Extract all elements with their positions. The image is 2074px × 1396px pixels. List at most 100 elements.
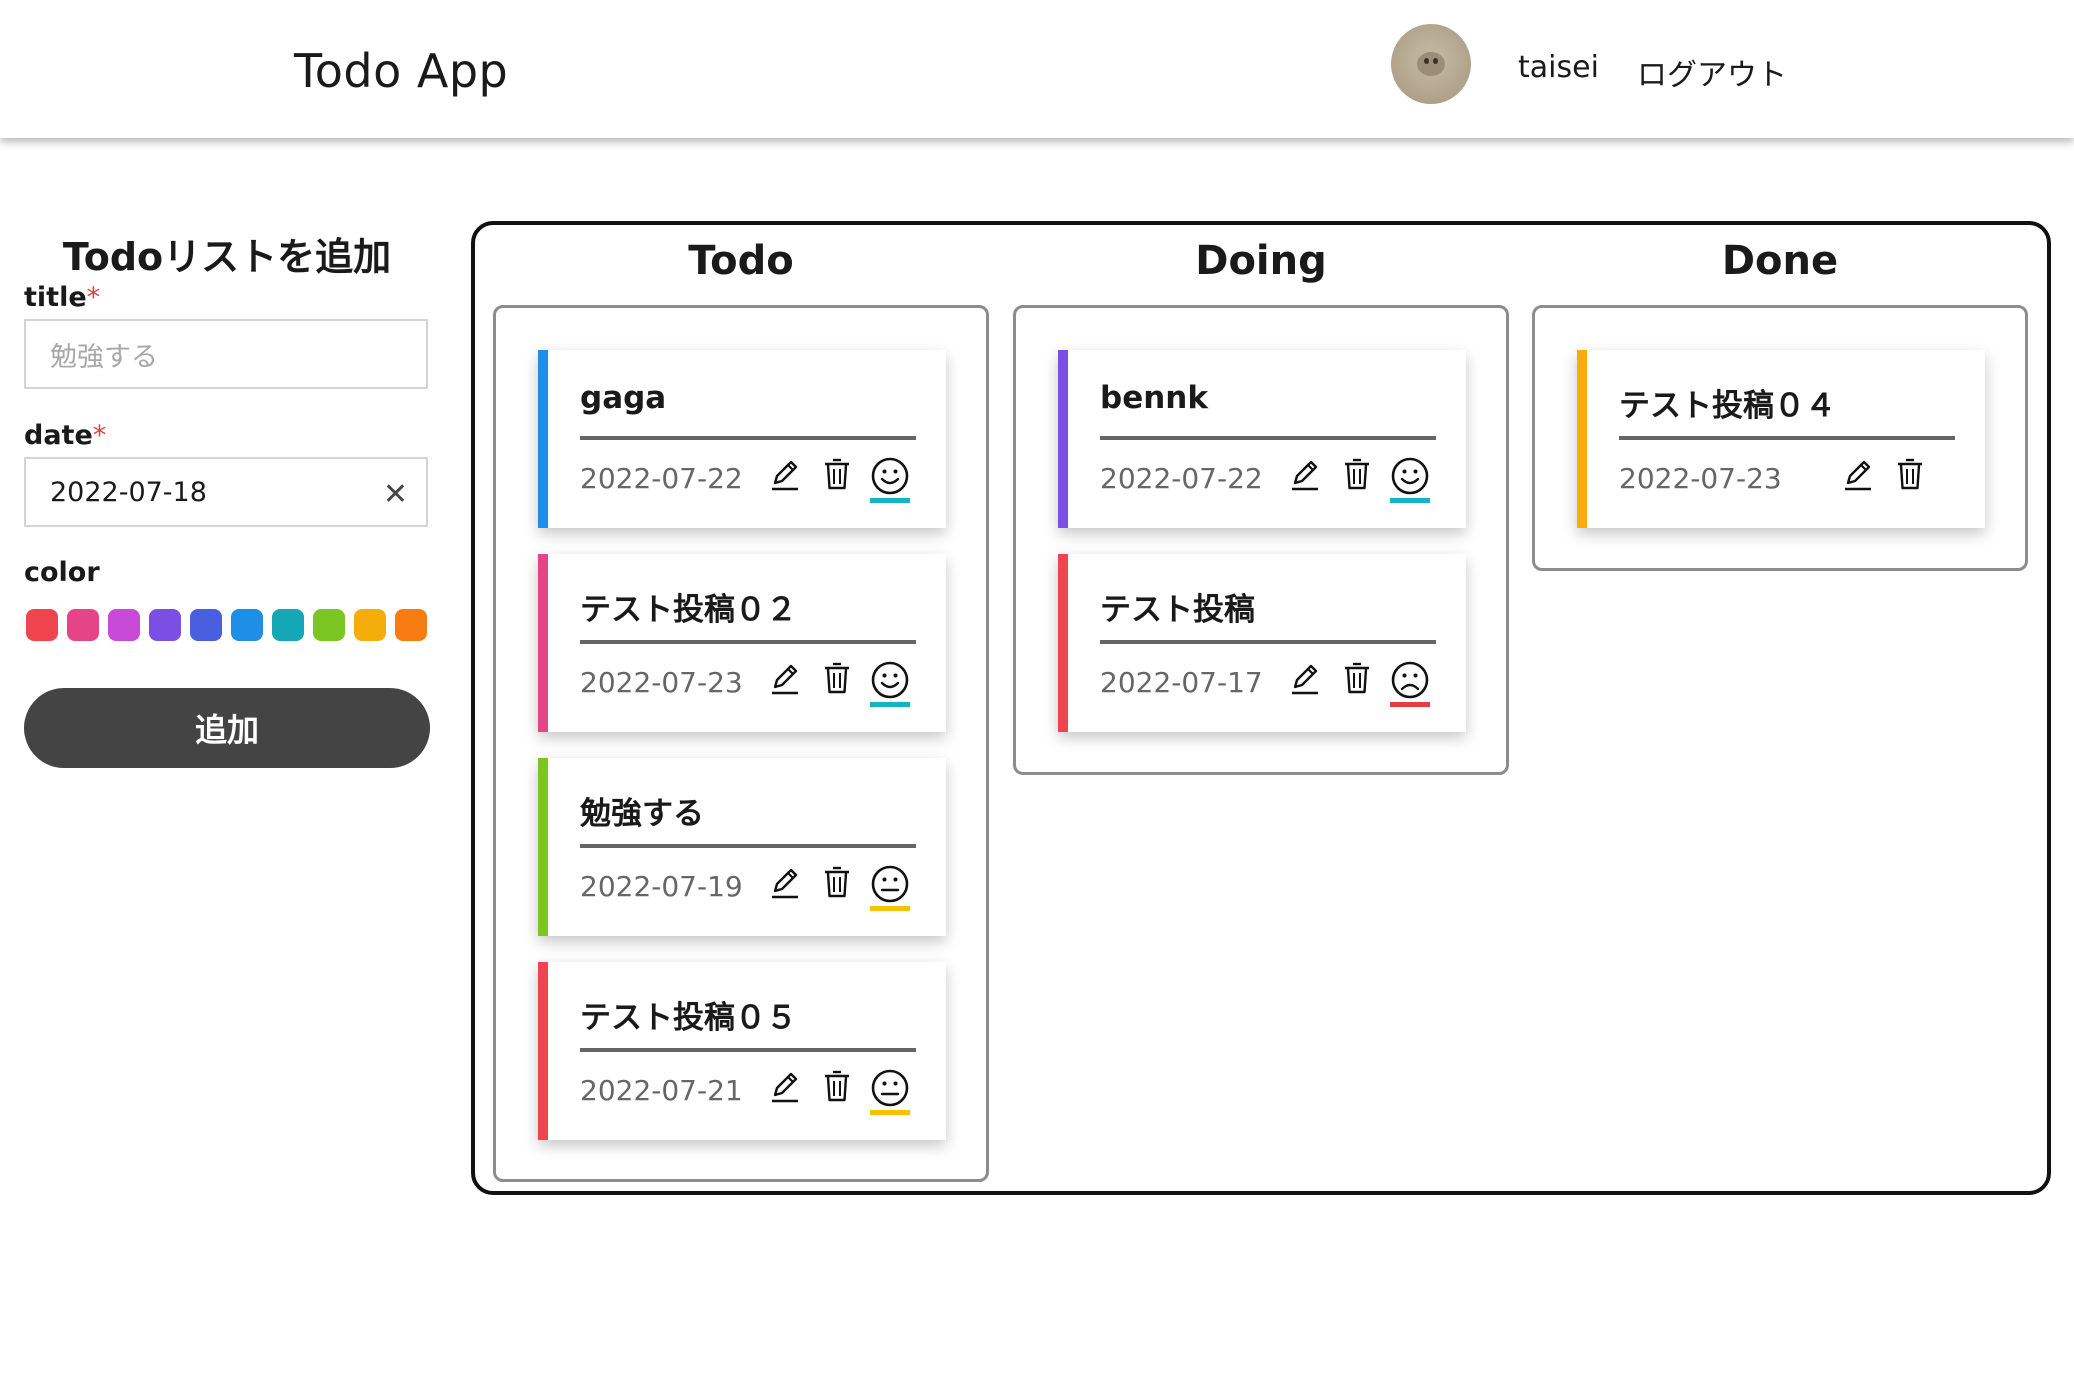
card-date: 2022-07-22 [1100, 462, 1263, 495]
mood-underline [870, 702, 910, 707]
card-divider [580, 844, 916, 848]
app-title: Todo App [294, 44, 509, 98]
face-sad-icon[interactable] [1390, 660, 1430, 707]
card-date: 2022-07-23 [580, 666, 743, 699]
todo-card[interactable]: gaga 2022-07-22 [538, 350, 946, 528]
face-neutral-icon[interactable] [870, 1068, 910, 1115]
trash-icon[interactable] [1891, 456, 1929, 498]
close-icon[interactable]: ✕ [383, 477, 408, 512]
card-date: 2022-07-23 [1619, 462, 1782, 495]
date-input[interactable]: 2022-07-18 ✕ [24, 457, 428, 527]
card-actions [766, 456, 910, 503]
mood-underline [870, 906, 910, 911]
card-color-bar [538, 554, 548, 732]
card-title: テスト投稿０５ [580, 1000, 797, 1036]
trash-icon[interactable] [818, 660, 856, 702]
card-actions [1839, 456, 1929, 498]
color-swatch[interactable] [354, 609, 386, 641]
date-value: 2022-07-18 [50, 476, 207, 508]
card-date: 2022-07-17 [1100, 666, 1263, 699]
color-swatch[interactable] [395, 609, 427, 641]
trash-icon[interactable] [818, 1068, 856, 1110]
face-smile-icon[interactable] [870, 456, 910, 503]
card-title: テスト投稿０４ [1619, 388, 1836, 424]
title-input[interactable]: 勉強する [24, 319, 428, 389]
card-title: テスト投稿 [1100, 592, 1255, 628]
card-actions [766, 864, 910, 911]
card-title: テスト投稿０２ [580, 592, 797, 628]
add-button[interactable]: 追加 [24, 688, 430, 768]
logout-link[interactable]: ログアウト [1637, 50, 1787, 94]
todo-card[interactable]: テスト投稿０４ 2022-07-23 [1577, 350, 1985, 528]
mood-underline [1390, 498, 1430, 503]
trash-icon[interactable] [1338, 660, 1376, 702]
pencil-icon[interactable] [766, 864, 804, 906]
pencil-icon[interactable] [766, 660, 804, 702]
card-title: 勉強する [580, 796, 704, 832]
trash-icon[interactable] [818, 456, 856, 498]
card-title: bennk [1100, 380, 1208, 416]
card-date: 2022-07-22 [580, 462, 743, 495]
card-color-bar [538, 962, 548, 1140]
card-color-bar [1577, 350, 1587, 528]
todo-card[interactable]: 勉強する 2022-07-19 [538, 758, 946, 936]
user-name: taisei [1518, 50, 1599, 85]
card-actions [1286, 660, 1430, 707]
color-swatch[interactable] [26, 609, 58, 641]
color-swatch[interactable] [108, 609, 140, 641]
color-swatches [26, 609, 427, 641]
card-actions [766, 660, 910, 707]
mood-underline [870, 498, 910, 503]
pencil-icon[interactable] [766, 456, 804, 498]
todo-card[interactable]: テスト投稿 2022-07-17 [1058, 554, 1466, 732]
mood-underline [1390, 702, 1430, 707]
todo-card[interactable]: bennk 2022-07-22 [1058, 350, 1466, 528]
card-color-bar [1058, 350, 1068, 528]
card-actions [766, 1068, 910, 1115]
pencil-icon[interactable] [1839, 456, 1877, 498]
face-smile-icon[interactable] [1390, 456, 1430, 503]
date-label: date* [24, 420, 107, 451]
color-label: color [24, 557, 100, 588]
color-swatch[interactable] [67, 609, 99, 641]
column-title-todo: Todo [688, 238, 794, 284]
card-divider [1619, 436, 1955, 440]
pencil-icon[interactable] [1286, 660, 1324, 702]
card-title: gaga [580, 380, 667, 416]
card-color-bar [538, 758, 548, 936]
pencil-icon[interactable] [766, 1068, 804, 1110]
face-neutral-icon[interactable] [870, 864, 910, 911]
color-swatch[interactable] [149, 609, 181, 641]
column-title-doing: Doing [1195, 238, 1327, 284]
card-color-bar [538, 350, 548, 528]
trash-icon[interactable] [818, 864, 856, 906]
title-placeholder: 勉強する [50, 341, 158, 373]
todo-card[interactable]: テスト投稿０２ 2022-07-23 [538, 554, 946, 732]
color-swatch[interactable] [231, 609, 263, 641]
card-divider [1100, 436, 1436, 440]
trash-icon[interactable] [1338, 456, 1376, 498]
title-label: title* [24, 282, 101, 313]
app-header: Todo App taisei ログアウト [0, 0, 2074, 138]
card-divider [1100, 640, 1436, 644]
column-doing: bennk 2022-07-22 テスト投稿 2022-07-17 [1013, 305, 1509, 775]
face-smile-icon[interactable] [870, 660, 910, 707]
column-done: テスト投稿０４ 2022-07-23 [1532, 305, 2028, 571]
column-title-done: Done [1721, 238, 1839, 284]
column-todo: gaga 2022-07-22 テスト投稿０２ 2022-07-23 勉強する 2022-… [493, 305, 989, 1182]
card-color-bar [1058, 554, 1068, 732]
todo-card[interactable]: テスト投稿０５ 2022-07-21 [538, 962, 946, 1140]
form-heading: Todoリストを追加 [62, 235, 392, 279]
card-date: 2022-07-19 [580, 870, 743, 903]
pencil-icon[interactable] [1286, 456, 1324, 498]
card-date: 2022-07-21 [580, 1074, 743, 1107]
card-divider [580, 1048, 916, 1052]
avatar[interactable] [1391, 24, 1471, 104]
color-swatch[interactable] [313, 609, 345, 641]
color-swatch[interactable] [190, 609, 222, 641]
card-actions [1286, 456, 1430, 503]
card-divider [580, 436, 916, 440]
card-divider [580, 640, 916, 644]
color-swatch[interactable] [272, 609, 304, 641]
mood-underline [870, 1110, 910, 1115]
